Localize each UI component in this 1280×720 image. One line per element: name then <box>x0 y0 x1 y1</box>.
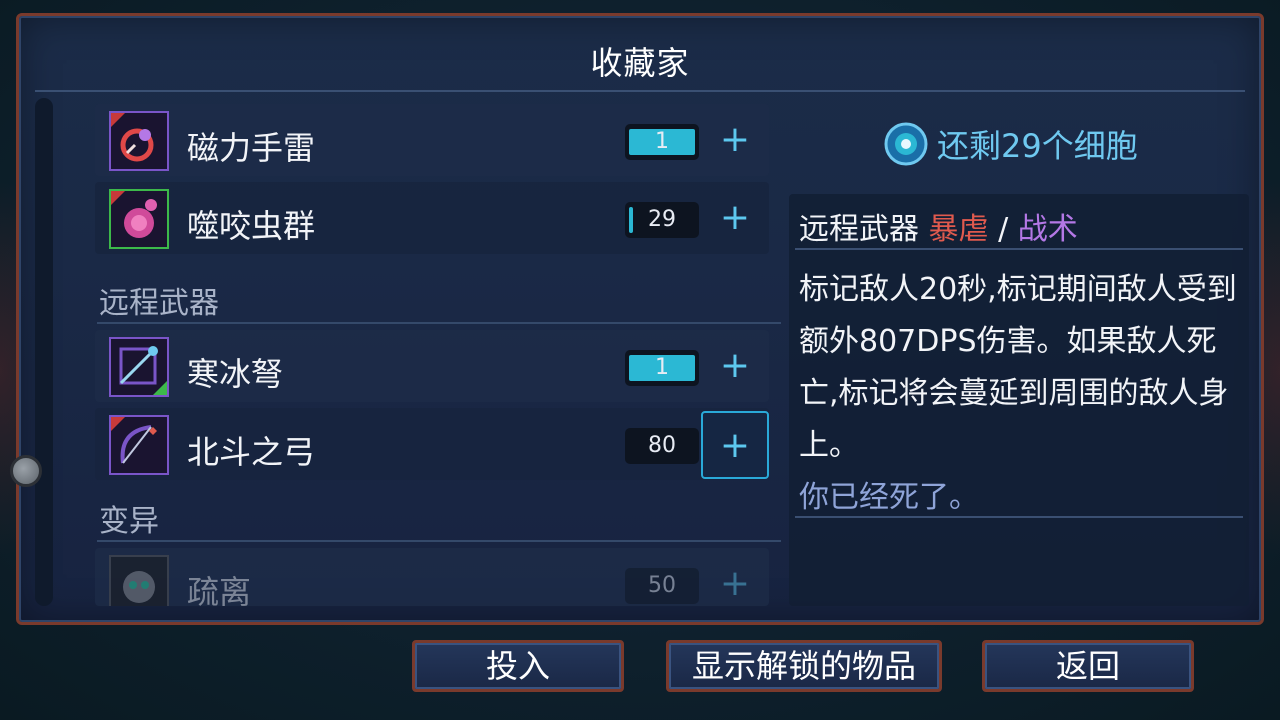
cells-remaining-text: 还剩29个细胞 <box>937 127 1138 165</box>
item-counter: 50 <box>625 568 699 604</box>
collector-panel: 收藏家 磁力手雷 1 + 噬咬虫群 29 + 远程武器 寒冰弩 1 + 北斗之弓 <box>16 13 1264 625</box>
detail-divider-bottom <box>795 516 1243 518</box>
detail-description: 标记敌人20秒,标记期间敌人受到额外807DPS伤害。如果敌人死亡,标记将会蔓延… <box>799 272 1237 463</box>
ice-crossbow-icon <box>109 337 169 397</box>
item-row-magnetic-grenade[interactable]: 磁力手雷 1 + <box>95 104 769 176</box>
magnetic-grenade-icon <box>109 111 169 171</box>
add-cell-button[interactable]: + <box>701 107 769 175</box>
panel-title: 收藏家 <box>590 44 690 82</box>
detail-flavor-text: 你已经死了。 <box>799 480 979 515</box>
invest-button[interactable]: 投入 <box>412 640 624 692</box>
detail-header: 远程武器 暴虐 / 战术 <box>799 204 1078 248</box>
scrollbar-thumb[interactable] <box>10 455 42 487</box>
detail-category: 远程武器 <box>799 212 919 247</box>
add-cell-button[interactable]: + <box>701 551 769 606</box>
item-counter: 29 <box>625 202 699 238</box>
item-name: 北斗之弓 <box>187 433 316 471</box>
add-cell-button[interactable]: + <box>701 411 769 479</box>
big-dipper-bow-icon <box>109 415 169 475</box>
item-detail-panel: 远程武器 暴虐 / 战术 标记敌人20秒,标记期间敌人受到额外807DPS伤害。… <box>789 194 1249 606</box>
counter-fill <box>629 207 633 233</box>
item-name: 磁力手雷 <box>187 129 316 167</box>
tag-tactics: 战术 <box>1017 212 1078 247</box>
item-counter: 1 <box>625 350 699 386</box>
item-name: 寒冰弩 <box>187 355 284 393</box>
item-row-ice-crossbow[interactable]: 寒冰弩 1 + <box>95 330 769 402</box>
section-divider <box>97 540 781 542</box>
swarm-icon <box>109 189 169 249</box>
item-counter: 1 <box>625 124 699 160</box>
item-counter: 80 <box>625 428 699 464</box>
show-unlocked-button[interactable]: 显示解锁的物品 <box>666 640 942 692</box>
skull-icon <box>109 555 169 606</box>
section-heading-ranged: 远程武器 <box>99 286 219 321</box>
detail-divider <box>795 248 1243 250</box>
cells-remaining: 还剩29个细胞 <box>883 118 1138 170</box>
scrollbar-track[interactable] <box>35 98 53 606</box>
add-cell-button[interactable]: + <box>701 185 769 253</box>
item-row-swarm[interactable]: 噬咬虫群 29 + <box>95 182 769 254</box>
add-cell-button[interactable]: + <box>701 333 769 401</box>
tag-separator: / <box>998 212 1009 247</box>
section-divider <box>97 322 781 324</box>
item-row-detachment[interactable]: 疏离 50 + <box>95 548 769 606</box>
item-row-big-dipper-bow[interactable]: 北斗之弓 80 + <box>95 408 769 480</box>
title-divider <box>35 90 1245 92</box>
cell-icon <box>884 122 928 166</box>
tag-brutality: 暴虐 <box>928 212 989 247</box>
item-name: 疏离 <box>187 573 252 606</box>
back-button[interactable]: 返回 <box>982 640 1194 692</box>
item-name: 噬咬虫群 <box>187 207 316 245</box>
section-heading-mutation: 变异 <box>99 504 159 539</box>
